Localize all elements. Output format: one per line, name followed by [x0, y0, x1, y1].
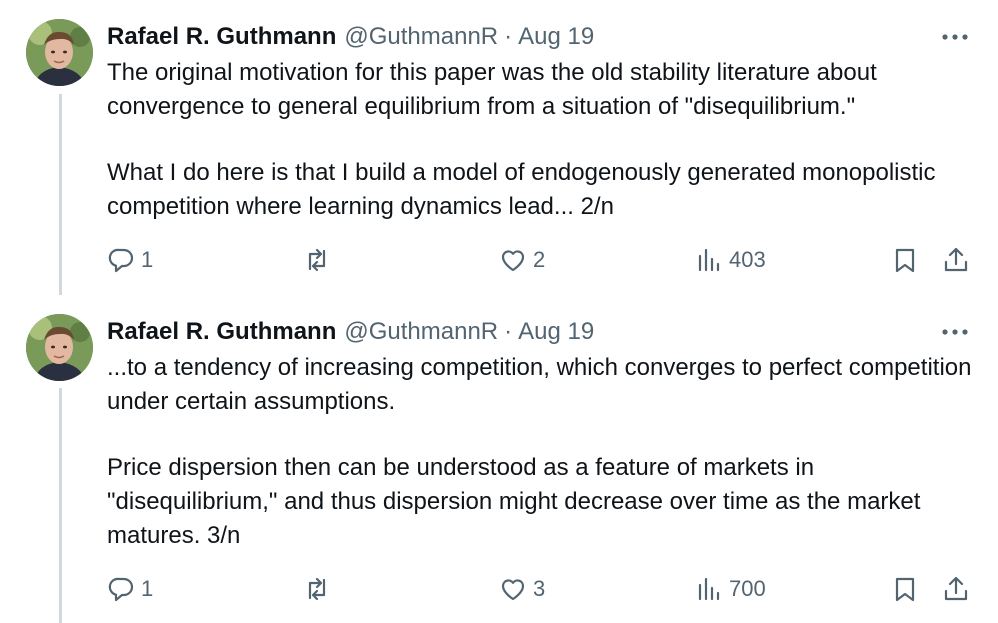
repost-icon: [308, 577, 326, 601]
view-count: 700: [729, 576, 766, 601]
tweet[interactable]: Rafael R. Guthmann @GuthmannR · Aug 19 T…: [0, 0, 998, 295]
like-button[interactable]: 2: [498, 242, 545, 278]
more-button[interactable]: [940, 325, 970, 339]
tweet-date[interactable]: Aug 19: [518, 23, 594, 51]
repost-button[interactable]: [302, 571, 337, 607]
more-icon: [942, 34, 968, 40]
tweet-date[interactable]: Aug 19: [518, 318, 594, 346]
view-count: 403: [729, 247, 766, 272]
tweet-paragraph: Price dispersion then can be understood …: [107, 454, 921, 549]
heart-icon: [501, 579, 525, 601]
tweet-paragraph: What I do here is that I build a model o…: [107, 159, 936, 220]
reply-icon: [108, 248, 134, 273]
like-count: 2: [533, 247, 546, 272]
author-handle[interactable]: @GuthmannR: [344, 23, 498, 51]
like-count: 3: [533, 576, 546, 601]
bookmark-icon: [895, 577, 915, 602]
tweet-header: Rafael R. Guthmann @GuthmannR · Aug 19: [107, 317, 594, 347]
reply-count: 1: [141, 247, 154, 272]
bookmark-button[interactable]: [890, 571, 920, 607]
repost-icon: [308, 248, 326, 272]
author-name[interactable]: Rafael R. Guthmann: [107, 23, 336, 51]
reply-button[interactable]: 1: [106, 242, 153, 278]
tweet-text: The original motivation for this paper w…: [107, 56, 977, 224]
tweet-paragraph: ...to a tendency of increasing competiti…: [107, 354, 972, 415]
share-button[interactable]: [941, 571, 971, 607]
repost-button[interactable]: [302, 242, 337, 278]
analytics-icon: [698, 577, 720, 601]
views-button[interactable]: 700: [694, 571, 766, 607]
tweet-header: Rafael R. Guthmann @GuthmannR · Aug 19: [107, 22, 594, 52]
tweet-paragraph: The original motivation for this paper w…: [107, 59, 877, 120]
like-button[interactable]: 3: [498, 571, 545, 607]
share-icon: [944, 247, 968, 272]
more-button[interactable]: [940, 30, 970, 44]
bookmark-icon: [895, 248, 915, 273]
reply-button[interactable]: 1: [106, 571, 153, 607]
share-button[interactable]: [941, 242, 971, 278]
analytics-icon: [698, 248, 720, 272]
tweet-text: ...to a tendency of increasing competiti…: [107, 351, 977, 553]
action-bar: 1 3 700: [0, 571, 998, 607]
share-icon: [944, 576, 968, 601]
bookmark-button[interactable]: [890, 242, 920, 278]
reply-icon: [108, 577, 134, 602]
more-icon: [942, 329, 968, 335]
tweet[interactable]: Rafael R. Guthmann @GuthmannR · Aug 19 .…: [0, 295, 998, 623]
avatar[interactable]: [26, 19, 93, 86]
author-handle[interactable]: @GuthmannR: [344, 318, 498, 346]
separator: ·: [504, 318, 513, 345]
separator: ·: [504, 23, 513, 50]
reply-count: 1: [141, 576, 154, 601]
action-bar: 1 2 403: [0, 242, 998, 278]
views-button[interactable]: 403: [694, 242, 766, 278]
heart-icon: [501, 250, 525, 272]
avatar[interactable]: [26, 314, 93, 381]
author-name[interactable]: Rafael R. Guthmann: [107, 318, 336, 346]
